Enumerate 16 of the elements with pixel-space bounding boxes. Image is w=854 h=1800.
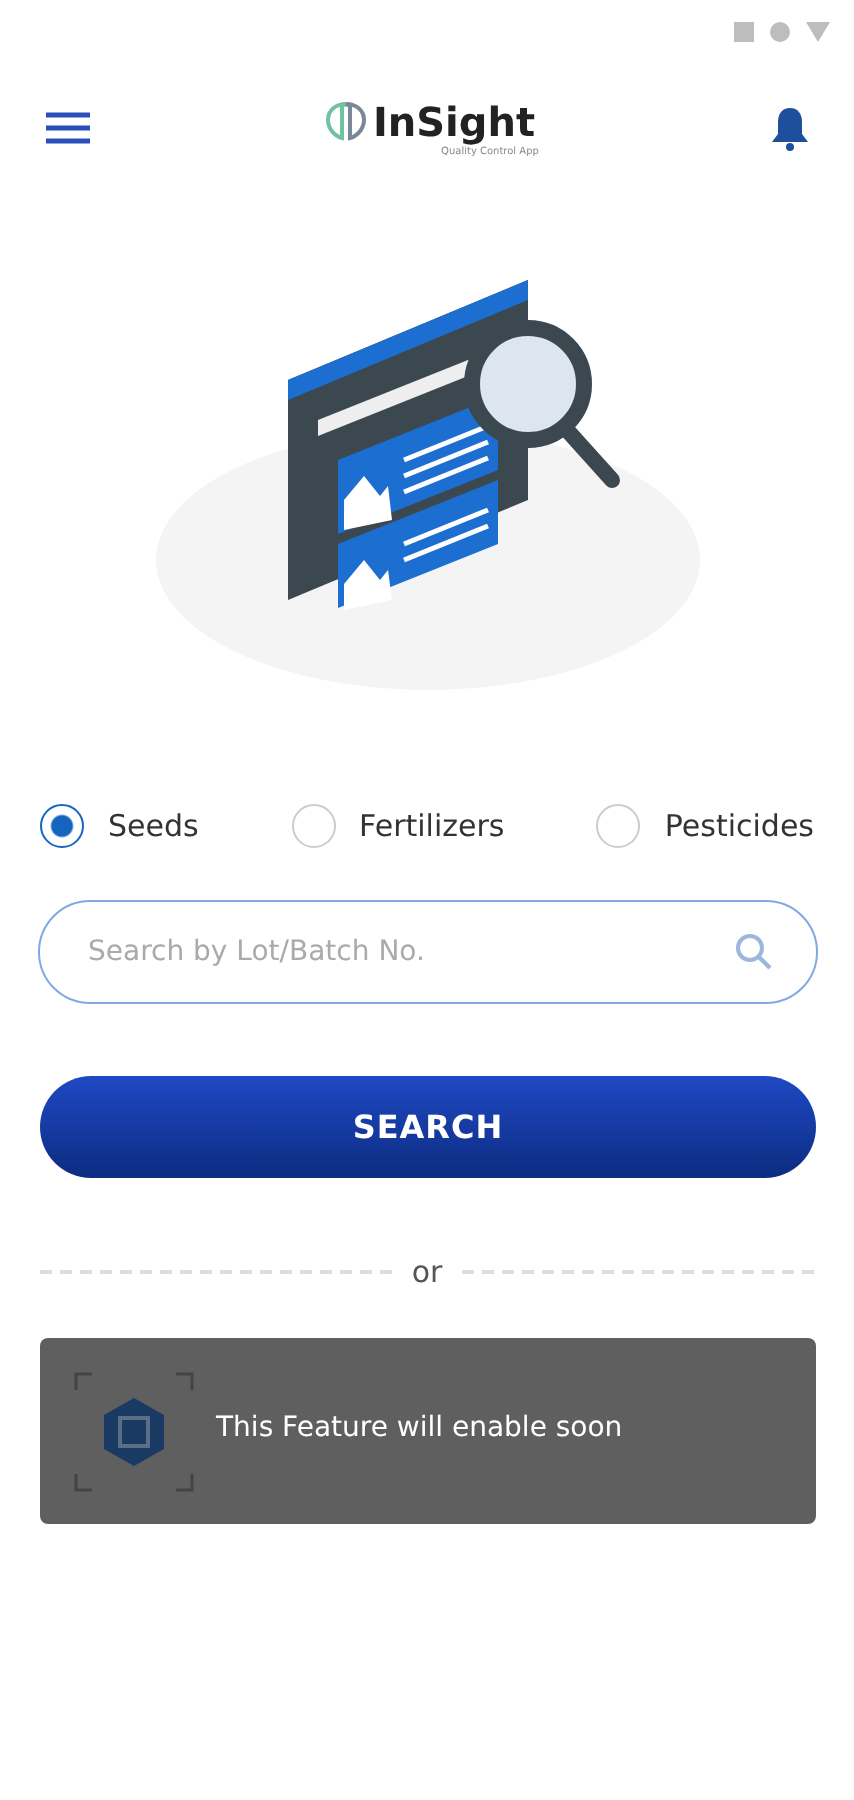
toast-message: This Feature will enable soon <box>216 1412 623 1444</box>
back-icon[interactable] <box>806 22 830 42</box>
app-title: InSight <box>372 98 536 146</box>
or-separator: or <box>411 1254 443 1290</box>
qr-code-icon[interactable] <box>72 1369 196 1493</box>
search-field[interactable]: Search by Lot/Batch No. <box>38 900 818 1004</box>
home-icon[interactable] <box>770 22 790 42</box>
category-radio[interactable]: Pesticides <box>596 804 814 848</box>
bell-icon[interactable] <box>769 104 810 152</box>
menu-icon[interactable] <box>46 112 90 144</box>
category-radio[interactable]: Seeds <box>40 804 199 848</box>
category-radio[interactable]: Fertilizers <box>291 804 505 848</box>
search-button[interactable]: SEARCH <box>40 1076 816 1178</box>
qr-card[interactable]: This Feature will enable soon <box>40 1338 816 1524</box>
brain-icon <box>324 100 369 144</box>
search-icon[interactable] <box>734 932 774 972</box>
